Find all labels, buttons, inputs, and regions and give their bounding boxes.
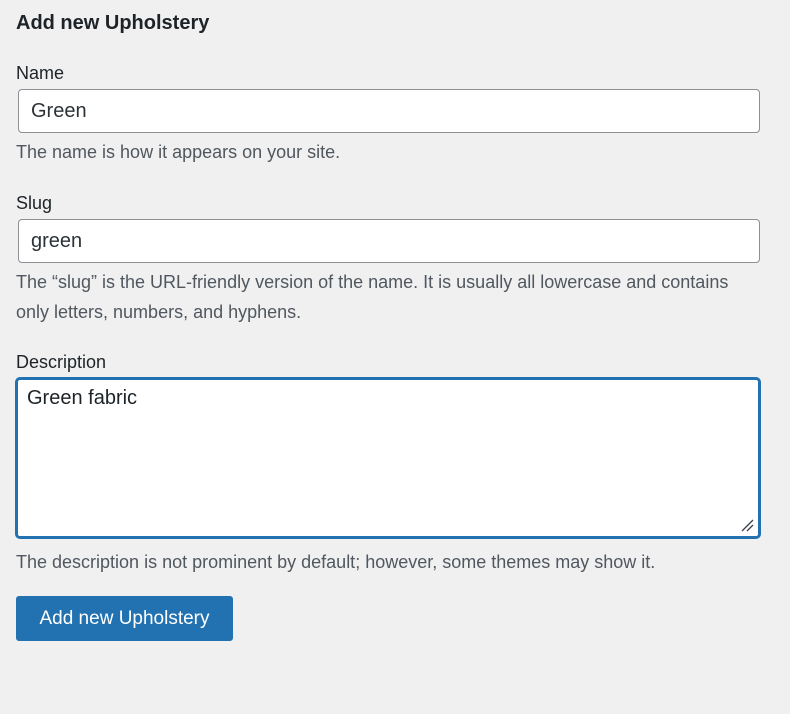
name-label: Name	[16, 63, 65, 83]
resize-handle-icon[interactable]	[740, 518, 754, 532]
name-input[interactable]	[18, 89, 760, 133]
description-help-text: The description is not prominent by defa…	[16, 552, 656, 572]
description-textarea[interactable]: Green fabric	[16, 378, 760, 538]
slug-help-text: The “slug” is the URL-friendly version o…	[16, 272, 729, 322]
slug-input[interactable]	[18, 219, 760, 263]
description-label: Description	[16, 352, 107, 372]
name-help-text: The name is how it appears on your site.	[16, 142, 341, 162]
add-new-upholstery-button[interactable]: Add new Upholstery	[16, 596, 233, 641]
form-heading: Add new Upholstery	[16, 12, 210, 34]
slug-label: Slug	[16, 193, 53, 213]
